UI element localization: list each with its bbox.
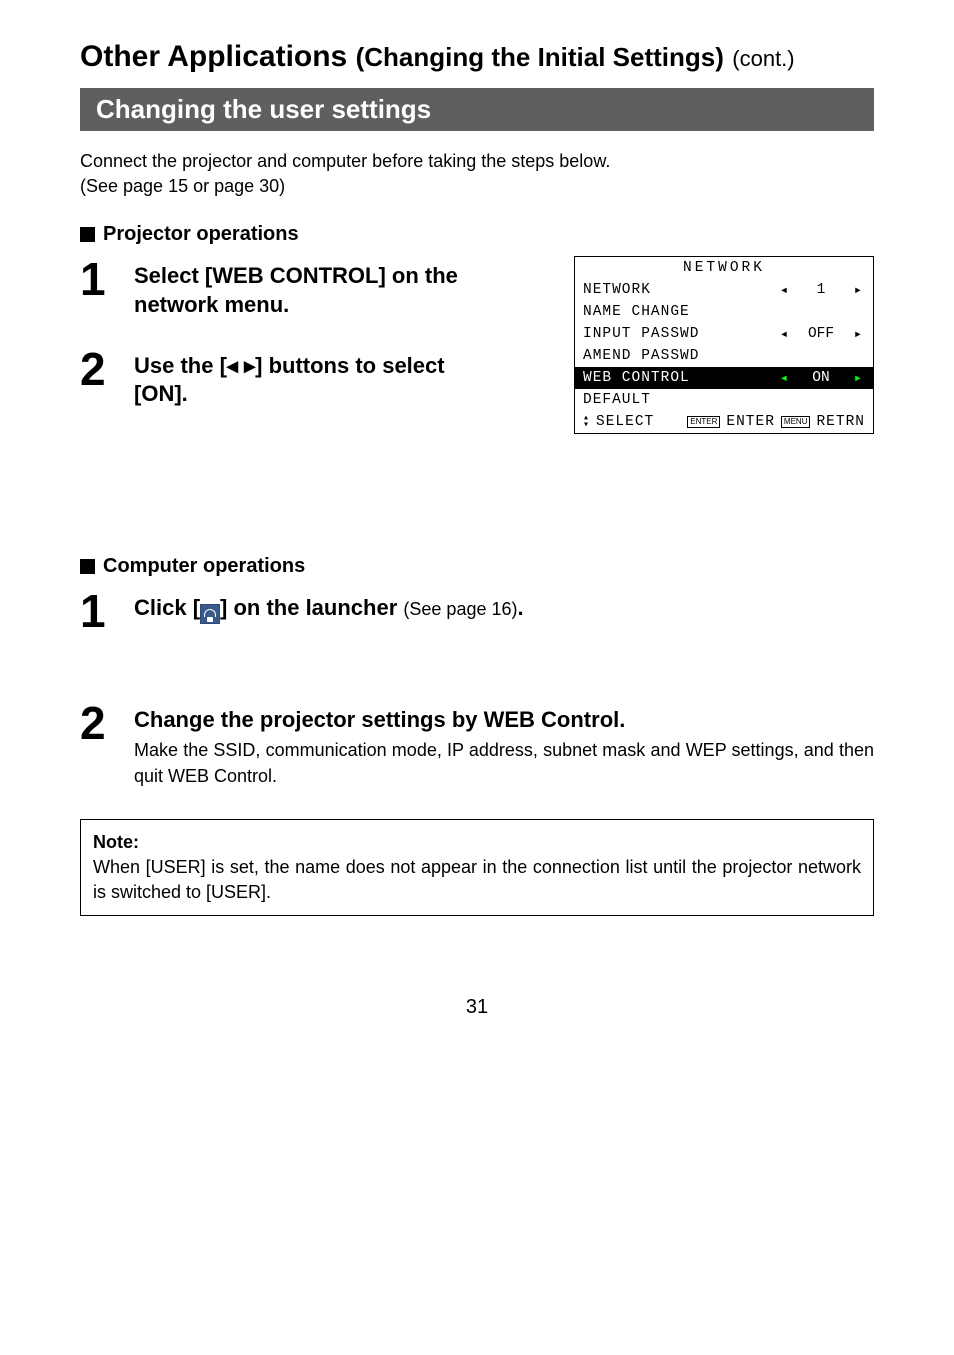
menu-row-default: DEFAULT [575,389,873,411]
menu-row-network: NETWORK 1 [575,279,873,301]
title-primary: Other Applications [80,40,347,73]
note-body: When [USER] is set, the name does not ap… [93,855,861,905]
updown-arrows-icon: ▴▾ [583,415,590,429]
title-suffix: (cont.) [732,46,794,71]
step-2-title: Use the [◂ ▸] buttons to select [ON]. [134,352,445,409]
arrow-left-icon [777,370,791,387]
network-menu: NETWORK NETWORK 1 NAME CHANGE INPUT PASS… [574,256,874,434]
projector-heading: Projector operations [80,223,874,246]
step-number: 1 [80,588,114,634]
menu-row-web-control: WEB CONTROL ON [575,367,873,389]
menu-row-input-passwd: INPUT PASSWD OFF [575,323,873,345]
computer-step-2: 2 Change the projector settings by WEB C… [80,700,874,789]
bullet-square-icon [80,227,95,242]
arrow-left-icon [777,326,791,343]
menu-title: NETWORK [575,257,873,279]
computer-heading: Computer operations [80,555,874,578]
step-number: 2 [80,700,114,789]
note-title: Note: [93,830,861,855]
arrow-left-icon: ◂ [227,353,238,378]
title-secondary: (Changing the Initial Settings) [356,42,724,72]
arrow-right-icon [851,370,865,387]
step-number: 2 [80,346,114,409]
computer-step-1: 1 Click [] on the launcher (See page 16)… [80,588,874,634]
projector-heading-text: Projector operations [103,223,299,246]
menu-row-amend-passwd: AMEND PASSWD [575,345,873,367]
arrow-right-icon [851,282,865,299]
arrow-right-icon: ▸ [244,353,255,378]
note-box: Note: When [USER] is set, the name does … [80,819,874,917]
page-number: 31 [80,996,874,1019]
menu-key-icon: MENU [781,416,811,428]
web-control-icon [200,604,220,624]
intro-line1: Connect the projector and computer befor… [80,149,874,174]
section-title: Changing the user settings [80,88,874,131]
computer-step-2-title: Change the projector settings by WEB Con… [134,706,874,735]
step-1: 1 Select [WEB CONTROL] on the network me… [80,256,534,319]
menu-footer: ▴▾ SELECT ENTER ENTER MENU RETRN [575,411,873,433]
enter-key-icon: ENTER [687,416,720,428]
intro-line2: (See page 15 or page 30) [80,174,874,199]
arrow-left-icon [777,282,791,299]
computer-step-1-title: Click [] on the launcher (See page 16). [134,594,524,624]
menu-row-name-change: NAME CHANGE [575,301,873,323]
step-number: 1 [80,256,114,319]
step-1-title: Select [WEB CONTROL] on the network menu… [134,262,458,319]
page-title: Other Applications (Changing the Initial… [80,40,874,74]
step-2: 2 Use the [◂ ▸] buttons to select [ON]. [80,346,534,409]
computer-heading-text: Computer operations [103,555,305,578]
arrow-right-icon [851,326,865,343]
bullet-square-icon [80,559,95,574]
intro-text: Connect the projector and computer befor… [80,149,874,199]
computer-step-2-body: Make the SSID, communication mode, IP ad… [134,738,874,788]
